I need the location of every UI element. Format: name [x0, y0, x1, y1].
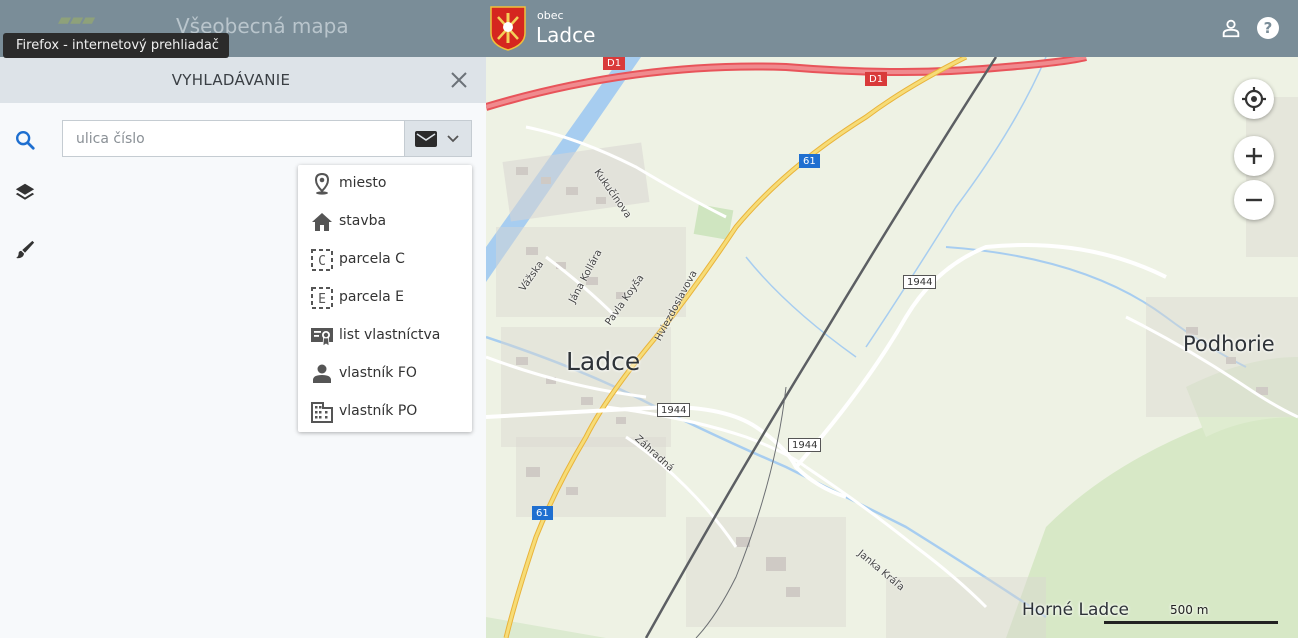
search-icon — [15, 131, 35, 150]
parcel-e-icon: E — [311, 287, 333, 309]
logo-grid-icon: ▰▰▰ — [58, 10, 95, 30]
zoom-out-icon — [1246, 198, 1262, 202]
road-label: 1944 — [903, 275, 937, 289]
dropdown-item-label: vlastník FO — [339, 365, 417, 381]
map-canvas[interactable]: Ladce Podhorie Horné Ladce D1 D1 61 61 1… — [486, 57, 1298, 638]
locate-button[interactable] — [1234, 79, 1274, 119]
help-button[interactable]: ? — [1254, 14, 1282, 42]
scale-label: 500 m — [1170, 603, 1209, 617]
chevron-down-icon — [447, 135, 459, 143]
road-label: D1 — [603, 57, 626, 70]
building-icon — [311, 402, 333, 423]
dropdown-item-parcela-c[interactable]: C parcela C — [298, 241, 472, 279]
location-pin-icon — [314, 172, 330, 195]
search-type-dropdown: miesto stavba C parcela C E parcela E li… — [298, 165, 472, 432]
tool-rail — [0, 57, 49, 638]
dropdown-item-label: parcela C — [339, 251, 405, 267]
person-icon — [313, 364, 331, 383]
parcel-c-icon: C — [311, 249, 333, 271]
panel-title: VYHLADÁVANIE — [171, 71, 291, 89]
locate-icon — [1242, 87, 1266, 111]
panel-header: VYHLADÁVANIE — [49, 57, 486, 103]
road-label: 61 — [532, 506, 553, 520]
road-label: D1 — [865, 72, 888, 86]
municipality-type: obec — [537, 9, 564, 22]
user-button[interactable] — [1217, 14, 1245, 42]
svg-text:E: E — [318, 292, 326, 307]
zoom-in-button[interactable] — [1234, 136, 1274, 176]
search-input[interactable] — [62, 120, 405, 157]
browser-tooltip: Firefox - internetový prehliadač — [3, 33, 229, 58]
dropdown-item-list-vlastnictva[interactable]: list vlastníctva — [298, 317, 472, 355]
scale-line — [1104, 621, 1278, 624]
panel-close-button[interactable] — [447, 68, 471, 92]
dropdown-item-vlastnik-fo[interactable]: vlastník FO — [298, 355, 472, 393]
zoom-in-icon — [1246, 148, 1262, 164]
brush-icon — [15, 240, 34, 259]
dropdown-item-parcela-e[interactable]: E parcela E — [298, 279, 472, 317]
layers-icon — [15, 183, 34, 200]
place-label: Ladce — [566, 347, 641, 376]
dropdown-item-vlastnik-po[interactable]: vlastník PO — [298, 393, 472, 431]
road-label: 1944 — [788, 438, 822, 452]
certificate-icon — [311, 328, 333, 347]
user-icon — [1222, 19, 1240, 38]
municipality-name: Ladce — [536, 23, 596, 47]
rail-search-button[interactable] — [0, 120, 49, 160]
road-label: 61 — [799, 154, 820, 168]
rail-layers-button[interactable] — [0, 172, 49, 212]
dropdown-item-miesto[interactable]: miesto — [298, 165, 472, 203]
scale-bar: 500 m — [1104, 603, 1278, 624]
place-label: Podhorie — [1183, 332, 1275, 356]
zoom-out-button[interactable] — [1234, 180, 1274, 220]
dropdown-item-label: list vlastníctva — [339, 327, 441, 343]
coat-of-arms-icon — [490, 6, 526, 51]
road-label: 1944 — [657, 403, 691, 417]
dropdown-item-label: miesto — [339, 175, 387, 191]
help-icon: ? — [1257, 17, 1279, 39]
dropdown-item-label: parcela E — [339, 289, 404, 305]
dropdown-item-stavba[interactable]: stavba — [298, 203, 472, 241]
svg-text:?: ? — [1264, 19, 1273, 37]
home-icon — [312, 213, 332, 231]
close-icon — [451, 72, 467, 88]
mail-icon — [415, 131, 437, 147]
svg-text:C: C — [318, 254, 326, 269]
search-type-select[interactable] — [404, 120, 472, 157]
dropdown-item-label: stavba — [339, 213, 387, 229]
rail-draw-button[interactable] — [0, 230, 49, 270]
dropdown-item-label: vlastník PO — [339, 403, 418, 419]
